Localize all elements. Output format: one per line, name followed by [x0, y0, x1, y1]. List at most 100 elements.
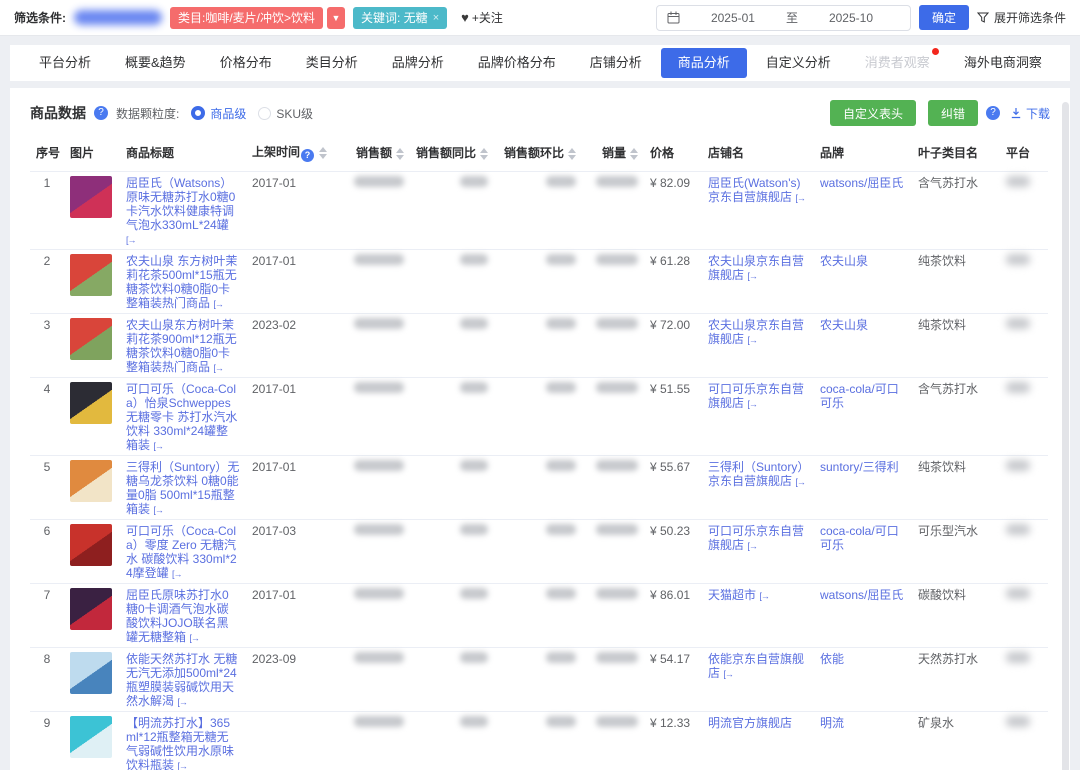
row-index: 9	[44, 716, 51, 730]
tab-brand-price-distribution[interactable]: 品牌价格分布	[461, 45, 573, 81]
tab-overseas-ecommerce[interactable]: 海外电商洞察	[947, 45, 1059, 81]
shop-link[interactable]: 屈臣氏(Watson's)京东自营旗舰店 [→	[708, 176, 805, 204]
vertical-scrollbar[interactable]	[1062, 102, 1069, 770]
correction-button[interactable]: 纠错	[928, 100, 978, 126]
shop-link[interactable]: 可口可乐京东自营旗舰店 [→	[708, 382, 804, 410]
category-filter-tag[interactable]: 类目:咖啡/麦片/冲饮>饮料	[170, 7, 323, 29]
column-help-icon[interactable]: ?	[301, 149, 314, 162]
price-value: ¥ 50.23	[650, 524, 690, 538]
product-image[interactable]	[70, 588, 112, 630]
calendar-icon	[667, 11, 680, 24]
sort-desc-icon[interactable]	[480, 155, 488, 160]
product-title: 三得利（Suntory）无糖乌龙茶饮料 0糖0能量0脂 500ml*15瓶整箱装	[126, 460, 239, 516]
tab-label: 概要&趋势	[125, 55, 186, 70]
custom-columns-button[interactable]: 自定义表头	[830, 100, 916, 126]
sort-asc-icon[interactable]	[480, 148, 488, 153]
category-filter-label: 类目:咖啡/麦片/冲饮>饮料	[178, 9, 315, 26]
product-title-link[interactable]: 农夫山泉东方树叶茉莉花茶900ml*12瓶无糖茶饮料0糖0脂0卡整箱装热门商品 …	[126, 318, 237, 374]
follow-button[interactable]: ♥ +关注	[461, 9, 503, 26]
listed-date: 2017-03	[252, 524, 296, 538]
sort-toggle[interactable]	[568, 148, 576, 160]
radio-product-level[interactable]: 商品级	[191, 105, 246, 122]
expand-filters-button[interactable]: 展开筛选条件	[977, 9, 1066, 26]
brand-link[interactable]: 农夫山泉	[820, 318, 868, 332]
sort-asc-icon[interactable]	[630, 148, 638, 153]
external-link-icon: [→	[747, 541, 757, 551]
sort-toggle[interactable]	[630, 148, 638, 160]
brand-link[interactable]: watsons/屈臣氏	[820, 176, 903, 190]
sort-desc-icon[interactable]	[630, 155, 638, 160]
table-row: 1 屈臣氏（Watsons）原味无糖苏打水0糖0卡汽水饮料健康特调气泡水330m…	[30, 172, 1048, 250]
product-image[interactable]	[70, 254, 112, 296]
tab-overview-trends[interactable]: 概要&趋势	[108, 45, 203, 81]
category-dropdown-caret-icon[interactable]: ▼	[327, 7, 345, 29]
sort-asc-icon[interactable]	[319, 147, 327, 152]
shop-link[interactable]: 依能京东自营旗舰店 [→	[708, 652, 804, 680]
radio-sku-level[interactable]: SKU级	[258, 105, 313, 122]
product-image[interactable]	[70, 652, 112, 694]
brand-link[interactable]: coca-cola/可口可乐	[820, 524, 899, 552]
date-range-picker[interactable]: 2025-01 至 2025-10	[656, 5, 911, 31]
brand-link[interactable]: 依能	[820, 652, 844, 666]
tab-label: 品牌价格分布	[478, 55, 556, 70]
table-row: 4 可口可乐（Coca-Cola）怡泉Schweppes 无糖零卡 苏打水汽水饮…	[30, 378, 1048, 456]
product-image[interactable]	[70, 176, 112, 218]
product-title-link[interactable]: 农夫山泉 东方树叶茉莉花茶500ml*15瓶无糖茶饮料0糖0脂0卡整箱装热门商品…	[126, 254, 237, 310]
tab-consumer-insight[interactable]: 消费者观察	[848, 45, 947, 81]
sort-desc-icon[interactable]	[319, 154, 327, 159]
sort-toggle[interactable]	[396, 148, 404, 160]
redacted-sales-value	[354, 524, 404, 535]
tab-brand-analysis[interactable]: 品牌分析	[375, 45, 461, 81]
sort-toggle[interactable]	[480, 148, 488, 160]
shop-link[interactable]: 农夫山泉京东自营旗舰店 [→	[708, 254, 804, 282]
sort-asc-icon[interactable]	[568, 148, 576, 153]
tab-product-analysis[interactable]: 商品分析	[661, 48, 747, 78]
redacted-sales-mom-value	[546, 382, 576, 393]
confirm-button[interactable]: 确定	[919, 5, 969, 30]
keyword-filter-tag[interactable]: 关键词: 无糖 ×	[353, 7, 447, 29]
shop-link[interactable]: 农夫山泉京东自营旗舰店 [→	[708, 318, 804, 346]
tab-price-distribution[interactable]: 价格分布	[203, 45, 289, 81]
sort-desc-icon[interactable]	[396, 155, 404, 160]
sort-desc-icon[interactable]	[568, 155, 576, 160]
brand-link[interactable]: suntory/三得利	[820, 460, 899, 474]
granularity-help-icon[interactable]: ?	[94, 106, 108, 120]
product-title-link[interactable]: 【明流苏打水】365ml*12瓶整箱无糖无气弱碱性饮用水原味饮料瓶装 [→	[126, 716, 234, 770]
download-help-icon[interactable]: ?	[986, 106, 1000, 120]
shop-link[interactable]: 三得利（Suntory）京东自营旗舰店 [→	[708, 460, 805, 488]
remove-keyword-icon[interactable]: ×	[433, 12, 439, 24]
shop-link[interactable]: 明流官方旗舰店 [→	[708, 716, 792, 730]
tab-category-analysis[interactable]: 类目分析	[289, 45, 375, 81]
product-title-link[interactable]: 依能天然苏打水 无糖无汽无添加500ml*24瓶塑膜装弱碱饮用天然水解渴 [→	[126, 652, 237, 708]
external-link-icon: [→	[213, 363, 223, 373]
external-link-icon: [→	[723, 669, 733, 679]
sort-toggle[interactable]	[319, 147, 327, 159]
tab-platform-analysis[interactable]: 平台分析	[22, 45, 108, 81]
brand-link[interactable]: coca-cola/可口可乐	[820, 382, 899, 410]
listed-date: 2017-01	[252, 382, 296, 396]
product-image[interactable]	[70, 460, 112, 502]
brand-link[interactable]: 明流	[820, 716, 844, 730]
download-button[interactable]: 下载	[1010, 105, 1050, 122]
table-toolbar: 商品数据 ? 数据颗粒度: 商品级 SKU级 自定义表头 纠错 ? 下载	[30, 88, 1050, 132]
product-title-link[interactable]: 可口可乐（Coca-Cola）零度 Zero 无糖汽水 碳酸饮料 330ml*2…	[126, 524, 237, 580]
date-to-input[interactable]: 2025-10	[802, 11, 900, 25]
shop-link[interactable]: 可口可乐京东自营旗舰店 [→	[708, 524, 804, 552]
product-image[interactable]	[70, 382, 112, 424]
product-title-link[interactable]: 三得利（Suntory）无糖乌龙茶饮料 0糖0能量0脂 500ml*15瓶整箱装…	[126, 460, 239, 516]
product-image[interactable]	[70, 716, 112, 758]
brand-link[interactable]: watsons/屈臣氏	[820, 588, 903, 602]
product-image[interactable]	[70, 524, 112, 566]
tab-shop-analysis[interactable]: 店铺分析	[573, 45, 659, 81]
shop-link[interactable]: 天猫超市 [→	[708, 588, 769, 602]
tab-custom-analysis[interactable]: 自定义分析	[749, 45, 848, 81]
brand-link[interactable]: 农夫山泉	[820, 254, 868, 268]
sort-asc-icon[interactable]	[396, 148, 404, 153]
product-title-link[interactable]: 屈臣氏（Watsons）原味无糖苏打水0糖0卡汽水饮料健康特调气泡水330mL*…	[126, 176, 235, 246]
product-title-link[interactable]: 可口可乐（Coca-Cola）怡泉Schweppes 无糖零卡 苏打水汽水饮料 …	[126, 382, 237, 452]
date-from-input[interactable]: 2025-01	[684, 11, 782, 25]
column-label: 销量	[602, 146, 626, 160]
redacted-sales-mom-value	[546, 652, 576, 663]
product-image[interactable]	[70, 318, 112, 360]
product-title-link[interactable]: 屈臣氏原味苏打水0糖0卡调酒气泡水碳酸饮料JOJO联名黑罐无糖整箱 [→	[126, 588, 229, 644]
